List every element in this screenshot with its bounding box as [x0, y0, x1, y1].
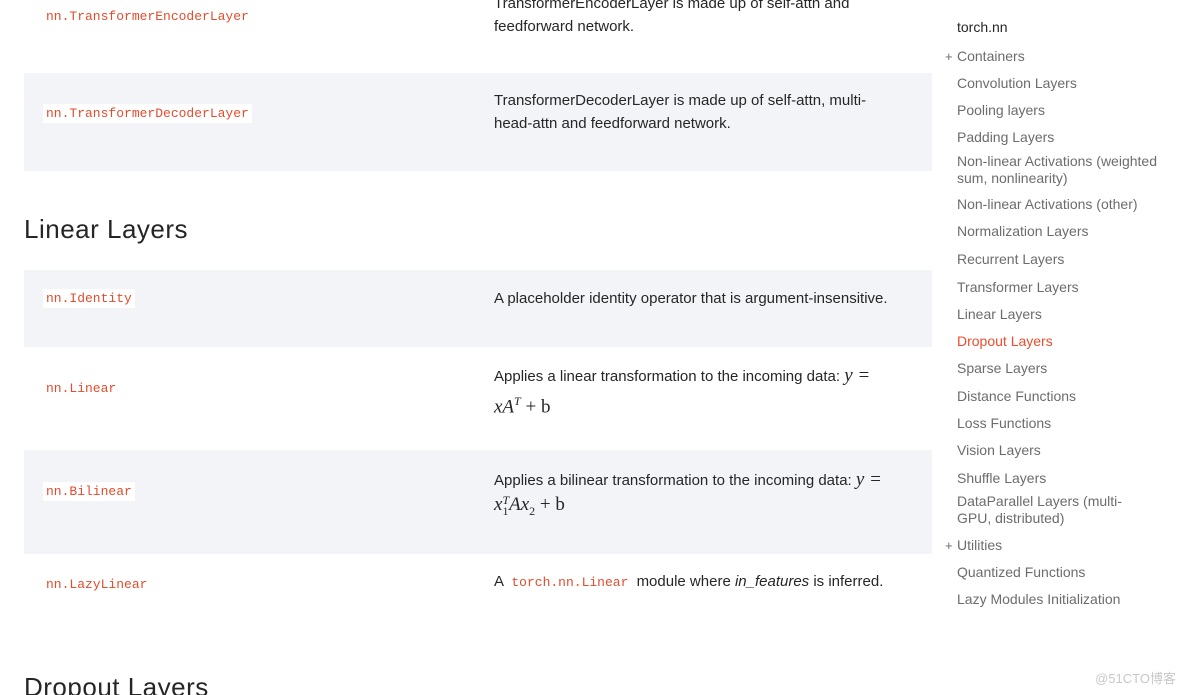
desc-text: is inferred.	[809, 573, 884, 590]
sidebar-item-pooling-layers[interactable]: Pooling layers	[957, 102, 1157, 119]
table-row: nn.Linear Applies a linear transformatio…	[24, 347, 932, 450]
sidebar-item-convolution-layers[interactable]: Convolution Layers	[957, 75, 1157, 92]
row-description: TransformerEncoderLayer is made up of se…	[494, 0, 919, 38]
row-description: Applies a linear transformation to the i…	[494, 364, 919, 420]
expand-plus-icon[interactable]: +	[945, 537, 953, 554]
sidebar-item-lazy-modules-initialization[interactable]: Lazy Modules Initialization	[957, 591, 1157, 608]
sidebar-title[interactable]: torch.nn	[957, 19, 1008, 35]
sidebar-item-padding-layers[interactable]: Padding Layers	[957, 129, 1157, 146]
formula-part: Ax	[509, 494, 530, 515]
formula-part: xA	[494, 396, 515, 418]
formula-sup: T	[514, 394, 521, 408]
expand-plus-icon[interactable]: +	[945, 48, 953, 65]
sidebar-item-vision-layers[interactable]: Vision Layers	[957, 442, 1157, 459]
desc-line: head-attn and feedforward network.	[494, 115, 731, 132]
desc-line: Applies a bilinear transformation to the…	[494, 468, 924, 492]
sidebar-item-loss-functions[interactable]: Loss Functions	[957, 415, 1157, 432]
sidebar-item-dataparallel-layers[interactable]: DataParallel Layers (multi-GPU, distribu…	[957, 493, 1147, 527]
sidebar-item-transformer-layers[interactable]: Transformer Layers	[957, 279, 1157, 296]
section-heading-dropout-layers: Dropout Layers	[24, 672, 209, 695]
watermark: @51CTO博客	[1095, 671, 1176, 686]
table-row: nn.TransformerDecoderLayer TransformerDe…	[24, 73, 932, 171]
desc-emphasis: in_features	[734, 573, 810, 590]
api-link-torch-nn-linear[interactable]: torch.nn.Linear	[507, 575, 632, 590]
desc-text: module where	[636, 573, 735, 590]
formula: y =	[855, 469, 882, 490]
api-link-linear[interactable]: nn.Linear	[43, 379, 119, 398]
sidebar-item-shuffle-layers[interactable]: Shuffle Layers	[957, 470, 1157, 487]
page: nn.TransformerEncoderLayer TransformerEn…	[0, 0, 1184, 695]
table-row: nn.TransformerEncoderLayer TransformerEn…	[24, 0, 932, 73]
desc-line: feedforward network.	[494, 18, 635, 35]
sidebar-item-sparse-layers[interactable]: Sparse Layers	[957, 360, 1157, 377]
api-link-bilinear[interactable]: nn.Bilinear	[43, 482, 135, 501]
row-description: Applies a bilinear transformation to the…	[494, 468, 924, 524]
sidebar-item-containers[interactable]: + Containers	[945, 48, 1157, 65]
formula: x T 1 Ax2 + b	[494, 492, 924, 524]
sidebar-item-nonlinear-activations-other[interactable]: Non-linear Activations (other)	[957, 196, 1157, 213]
desc-line: Applies a linear transformation to the i…	[494, 364, 919, 388]
table-row: nn.Bilinear Applies a bilinear transform…	[24, 450, 932, 554]
row-description: A torch.nn.Linear module where in_featur…	[494, 570, 934, 594]
row-description: A placeholder identity operator that is …	[494, 290, 888, 307]
formula-part: + b	[520, 396, 551, 418]
sidebar-item-distance-functions[interactable]: Distance Functions	[957, 388, 1157, 405]
api-link-transformer-encoder-layer[interactable]: nn.TransformerEncoderLayer	[43, 7, 252, 26]
desc-line: TransformerEncoderLayer is made up of se…	[494, 0, 850, 12]
table-row: nn.LazyLinear A torch.nn.Linear module w…	[24, 554, 932, 624]
sidebar-item-dropout-layers[interactable]: Dropout Layers	[957, 333, 1157, 350]
api-link-lazy-linear[interactable]: nn.LazyLinear	[43, 575, 150, 594]
sidebar-item-utilities[interactable]: + Utilities	[945, 537, 1157, 554]
formula-part: x	[494, 494, 503, 515]
desc-text: Applies a bilinear transformation to the…	[494, 472, 856, 489]
sidebar-item-recurrent-layers[interactable]: Recurrent Layers	[957, 251, 1157, 268]
sidebar-item-label: Utilities	[957, 537, 1003, 553]
sidebar-item-nonlinear-activations-weighted[interactable]: Non-linear Activations (weighted sum, no…	[957, 153, 1157, 187]
sidebar-item-quantized-functions[interactable]: Quantized Functions	[957, 564, 1157, 581]
formula: y =	[844, 365, 871, 386]
api-link-transformer-decoder-layer[interactable]: nn.TransformerDecoderLayer	[43, 104, 252, 123]
formula: xAT + b	[494, 388, 919, 420]
row-description: TransformerDecoderLayer is made up of se…	[494, 89, 919, 135]
desc-text: A	[494, 573, 504, 590]
desc-line: TransformerDecoderLayer is made up of se…	[494, 92, 867, 109]
api-link-identity[interactable]: nn.Identity	[43, 289, 135, 308]
table-row: nn.Identity A placeholder identity opera…	[24, 270, 932, 347]
sidebar-item-linear-layers[interactable]: Linear Layers	[957, 306, 1157, 323]
section-heading-linear-layers: Linear Layers	[24, 214, 189, 244]
sidebar-item-label: Containers	[957, 48, 1025, 64]
sidebar-item-normalization-layers[interactable]: Normalization Layers	[957, 223, 1157, 240]
formula-part: + b	[535, 494, 565, 515]
desc-text: Applies a linear transformation to the i…	[494, 368, 845, 385]
